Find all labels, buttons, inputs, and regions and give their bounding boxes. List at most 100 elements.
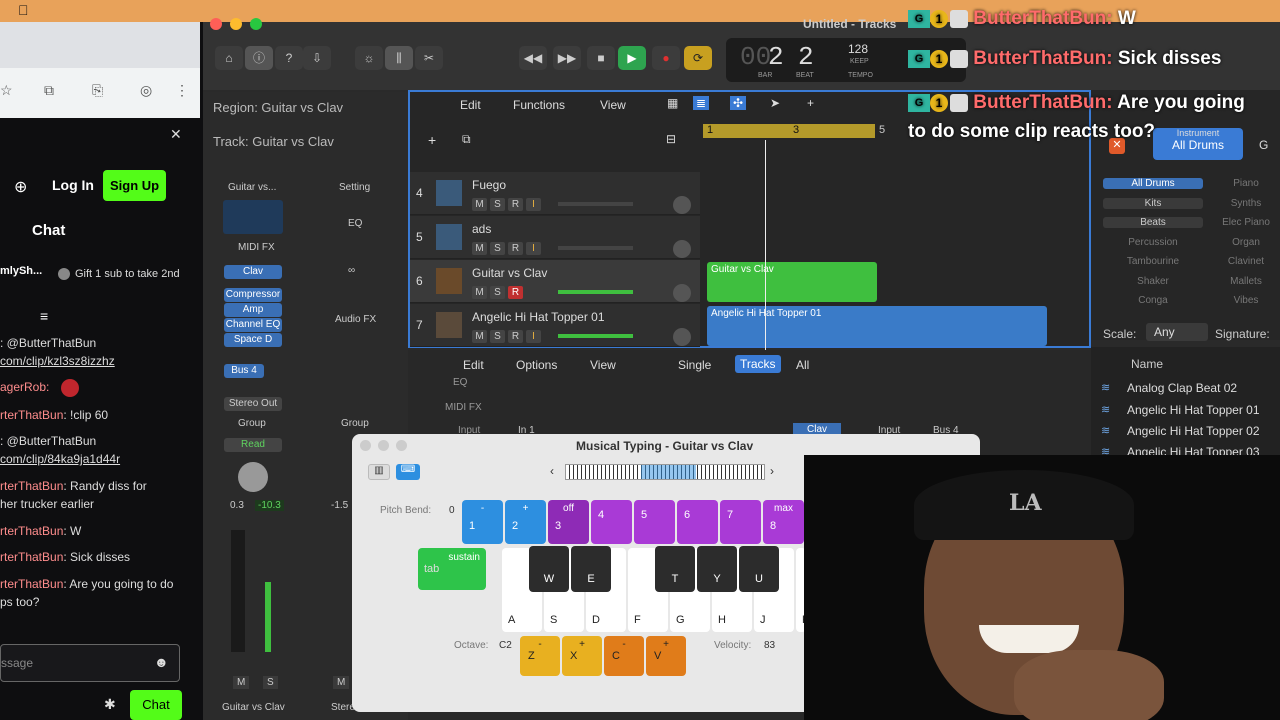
edit-menu[interactable]: Edit <box>460 98 481 112</box>
chat-input[interactable]: ssage ☻ <box>0 644 180 682</box>
mute-button[interactable]: M <box>472 198 487 211</box>
options-menu[interactable]: Options <box>516 358 557 372</box>
output-slot[interactable]: Stereo Out <box>224 397 282 411</box>
edit-menu[interactable]: Edit <box>463 358 484 372</box>
pitch-key[interactable]: off 3 <box>548 500 589 544</box>
window-zoom-button[interactable] <box>396 440 407 451</box>
track-name[interactable]: Angelic Hi Hat Topper 01 <box>472 310 605 324</box>
mute-button[interactable]: M <box>472 242 487 255</box>
filter-tag[interactable]: Beats <box>1103 217 1203 228</box>
loop-item[interactable]: Analog Clap Beat 02 <box>1127 381 1237 395</box>
pitch-key[interactable]: +2 <box>505 500 546 544</box>
mute-button[interactable]: M <box>472 286 487 299</box>
solo-button[interactable]: S <box>490 198 505 211</box>
settings-gear-icon[interactable]: ✱ <box>104 696 116 713</box>
track-header[interactable]: 4 Fuego MSRI <box>410 172 700 215</box>
signup-button[interactable]: Sign Up <box>103 170 167 201</box>
window-close-button[interactable] <box>210 18 222 30</box>
chat-link[interactable]: com/clip/kzl3sz8izzhz <box>0 354 115 368</box>
single-button[interactable]: Single <box>678 358 711 372</box>
track-name[interactable]: Guitar vs Clav <box>472 266 547 280</box>
midi-region[interactable]: Guitar vs Clav <box>707 262 877 302</box>
keyboard-overview[interactable] <box>565 464 765 480</box>
mute-button[interactable]: M <box>472 330 487 343</box>
black-key[interactable]: W <box>529 546 569 592</box>
solo-button[interactable]: S <box>490 242 505 255</box>
black-key[interactable]: U <box>739 546 779 592</box>
pencil-tool-icon[interactable]: + <box>807 96 814 110</box>
help-icon[interactable]: ? <box>275 46 303 70</box>
functions-menu[interactable]: Functions <box>513 98 565 112</box>
chat-send-button[interactable]: Chat <box>130 690 182 720</box>
add-track-icon[interactable]: + <box>428 132 436 148</box>
link-icon[interactable]: ∞ <box>348 265 355 276</box>
window-zoom-button[interactable] <box>250 18 262 30</box>
octave-left-icon[interactable]: ‹ <box>550 464 554 478</box>
mute-button[interactable]: M <box>233 676 250 689</box>
loop-item[interactable]: Angelic Hi Hat Topper 02 <box>1127 424 1260 438</box>
track-volume-slider[interactable] <box>558 290 633 294</box>
scale-select[interactable]: Any <box>1146 323 1208 341</box>
inspector-region[interactable]: Region: Guitar vs Clav <box>213 100 343 115</box>
tracks-button[interactable]: Tracks <box>735 355 781 373</box>
loop-item[interactable]: Angelic Hi Hat Topper 01 <box>1127 403 1260 417</box>
eq-thumbnail[interactable] <box>223 200 283 234</box>
octave-key[interactable]: -C <box>604 636 644 676</box>
login-button[interactable]: Log In <box>52 177 94 193</box>
filter-tag[interactable]: Organ <box>1201 237 1280 248</box>
view-menu[interactable]: View <box>600 98 626 112</box>
setting-button[interactable]: Setting <box>339 182 370 193</box>
filter-tag[interactable]: Clavinet <box>1201 256 1280 267</box>
octave-key[interactable]: + X <box>562 636 602 676</box>
filter-tag[interactable]: Percussion <box>1103 237 1203 248</box>
black-key[interactable]: Y <box>697 546 737 592</box>
keyboard-range-selector[interactable] <box>641 465 696 479</box>
profile-icon[interactable]: ◎ <box>140 82 152 99</box>
sustain-key[interactable]: sustain tab <box>418 548 486 590</box>
black-key[interactable]: T <box>655 546 695 592</box>
duplicate-track-icon[interactable]: ⧉ <box>462 132 471 147</box>
pitch-key[interactable]: max 8 <box>763 500 804 544</box>
record-enable-button[interactable]: R <box>508 286 523 299</box>
input-monitor-button[interactable]: I <box>526 330 541 343</box>
filter-tag[interactable]: Mallets <box>1201 276 1280 287</box>
pinned-collapse-icon[interactable]: ≡ <box>40 308 48 324</box>
window-close-button[interactable] <box>360 440 371 451</box>
automation-mode[interactable]: Read <box>224 438 282 452</box>
piano-keyboard-icon[interactable]: ▥ <box>368 464 390 480</box>
mixer-icon[interactable]: ⫼ <box>385 46 413 70</box>
pan-knob[interactable] <box>238 462 268 492</box>
playhead[interactable] <box>765 140 766 350</box>
pan-knob[interactable] <box>673 196 691 214</box>
track-volume-slider[interactable] <box>558 246 633 250</box>
audio-region[interactable]: Angelic Hi Hat Topper 01 <box>707 306 1047 346</box>
pitch-key[interactable]: 5 <box>634 500 675 544</box>
forward-icon[interactable]: ▶▶ <box>553 46 581 70</box>
pitch-key[interactable]: -1 <box>462 500 503 544</box>
filter-tag[interactable]: Shaker <box>1103 276 1203 287</box>
catch-icon[interactable]: ⊟ <box>666 132 676 146</box>
toolbar-icon[interactable]: ⇩ <box>303 46 331 70</box>
smart-controls-icon[interactable]: ☼ <box>355 46 383 70</box>
octave-right-icon[interactable]: › <box>770 464 774 478</box>
list-view-icon[interactable]: ≣ <box>693 96 710 110</box>
window-minimize-button[interactable] <box>230 18 242 30</box>
filter-tag[interactable]: Vibes <box>1201 295 1280 306</box>
view-menu[interactable]: View <box>590 358 616 372</box>
grid-view-icon[interactable]: ▦ <box>667 96 678 110</box>
filter-tag[interactable]: Piano <box>1201 178 1280 189</box>
pointer-tool-icon[interactable]: ➤ <box>770 96 780 110</box>
black-key[interactable]: E <box>571 546 611 592</box>
solo-button[interactable]: S <box>490 330 505 343</box>
pan-knob[interactable] <box>673 284 691 302</box>
chat-link[interactable]: com/clip/84ka9ja1d44r <box>0 452 120 466</box>
send-slot[interactable]: Bus 4 <box>224 364 264 378</box>
track-header[interactable]: 5 ads MSRI <box>410 216 700 259</box>
channel-name[interactable]: Guitar vs... <box>228 182 276 193</box>
pan-knob[interactable] <box>673 240 691 258</box>
filter-tag[interactable]: Conga <box>1103 295 1203 306</box>
plugin-slot[interactable]: Channel EQ <box>224 318 282 332</box>
octave-key[interactable]: + V <box>646 636 686 676</box>
more-menu-icon[interactable]: ⋮ <box>175 82 189 99</box>
bookmark-star-icon[interactable]: ☆ <box>0 82 13 99</box>
